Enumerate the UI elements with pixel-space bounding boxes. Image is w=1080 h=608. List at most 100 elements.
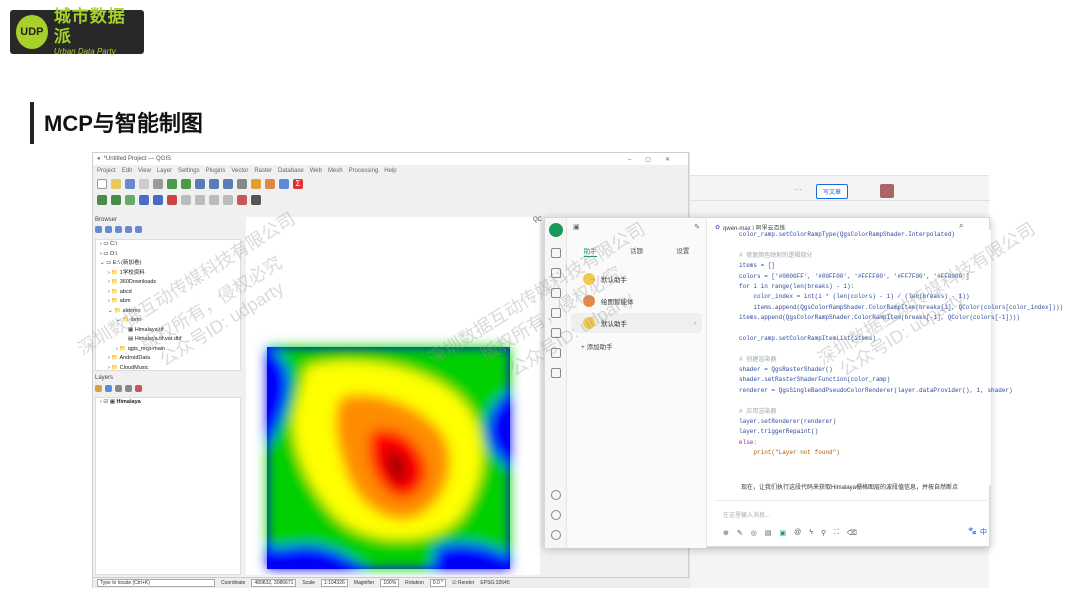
- tree-item[interactable]: › 📁 1学校资料: [100, 269, 240, 279]
- add-mesh-icon[interactable]: [153, 195, 163, 205]
- mcp-icon[interactable]: ⚲: [821, 529, 826, 537]
- new-chat-icon[interactable]: ✎: [694, 223, 700, 231]
- vector-icon[interactable]: [125, 195, 135, 205]
- menu-vector[interactable]: Vector: [231, 168, 248, 174]
- zoom-out-icon[interactable]: [181, 179, 191, 189]
- label-icon[interactable]: [209, 195, 219, 205]
- mention-icon[interactable]: @: [794, 529, 801, 537]
- tree-item[interactable]: › ▭ C:\: [100, 240, 240, 250]
- tab-assistants[interactable]: 助手: [583, 245, 597, 257]
- menu-plugins[interactable]: Plugins: [206, 168, 226, 174]
- properties-icon[interactable]: [135, 226, 142, 233]
- tree-item[interactable]: › 📁 abcd: [100, 288, 240, 298]
- zoom-in-icon[interactable]: [167, 179, 177, 189]
- collapse-icon[interactable]: [125, 226, 132, 233]
- tab-topics[interactable]: 话题: [630, 245, 643, 257]
- tree-item[interactable]: ⌄ 📁 dem: [100, 316, 240, 326]
- clear-icon[interactable]: ⌫: [847, 529, 857, 537]
- assistant-item[interactable]: 默认助手: [571, 269, 702, 289]
- plugin-icon[interactable]: [251, 195, 261, 205]
- avatar[interactable]: [880, 184, 894, 198]
- zoom-selection-icon[interactable]: [223, 179, 233, 189]
- map-canvas[interactable]: [246, 217, 540, 575]
- style-icon[interactable]: [95, 385, 102, 392]
- theme-icon[interactable]: [551, 510, 561, 520]
- ime-mode[interactable]: 中: [980, 527, 987, 537]
- rotation-value[interactable]: 0.0 °: [429, 579, 447, 587]
- chevron-right-icon[interactable]: ›: [694, 320, 696, 327]
- menu-mesh[interactable]: Mesh: [328, 168, 343, 174]
- user-avatar[interactable]: [549, 223, 563, 237]
- filter-legend-icon[interactable]: [125, 385, 132, 392]
- folder-icon[interactable]: [551, 368, 561, 378]
- zoom-layer-icon[interactable]: [209, 179, 219, 189]
- coordinate-value[interactable]: 489832, 3086671: [251, 579, 297, 587]
- identify-icon[interactable]: [251, 179, 261, 189]
- add-database-icon[interactable]: [167, 195, 177, 205]
- add-selected-icon[interactable]: [95, 226, 102, 233]
- node-tool-icon[interactable]: [195, 195, 205, 205]
- magnifier-value[interactable]: 100%: [380, 579, 400, 587]
- help-icon[interactable]: [551, 490, 561, 500]
- tree-item[interactable]: › 📁 360Downloads: [100, 278, 240, 288]
- more-icon[interactable]: ···: [794, 185, 802, 194]
- tree-item[interactable]: ▤ Himalaya.tif.vat.dbf: [100, 335, 240, 345]
- write-article-button[interactable]: 写文章: [816, 184, 849, 199]
- save-project-icon[interactable]: [125, 179, 135, 189]
- visibility-icon[interactable]: [115, 385, 122, 392]
- menu-project[interactable]: Project: [97, 168, 116, 174]
- sum-icon[interactable]: Σ: [293, 179, 303, 189]
- paperclip-icon[interactable]: ✎: [737, 529, 743, 537]
- web-search-icon[interactable]: ◎: [751, 529, 757, 537]
- menu-raster[interactable]: Raster: [254, 168, 272, 174]
- tree-item[interactable]: › 📁 qgis_mcp-main: [100, 345, 240, 355]
- remove-layer-icon[interactable]: [135, 385, 142, 392]
- attach-icon[interactable]: ⊕: [723, 529, 729, 537]
- menu-database[interactable]: Database: [278, 168, 304, 174]
- tab-settings[interactable]: 设置: [676, 245, 689, 257]
- translate-icon[interactable]: [551, 308, 561, 318]
- render-checkbox[interactable]: ☑ Render: [452, 580, 474, 586]
- knowledge-base-icon[interactable]: ▤: [765, 529, 772, 537]
- info-icon[interactable]: [279, 179, 289, 189]
- tree-item[interactable]: › ▭ D:\: [100, 250, 240, 260]
- add-group-icon[interactable]: [105, 385, 112, 392]
- add-assistant-button[interactable]: + 添加助手: [567, 341, 706, 351]
- menu-edit[interactable]: Edit: [122, 168, 132, 174]
- refresh-browser-icon[interactable]: [105, 226, 112, 233]
- chat-input[interactable]: 在这里输入消息...: [723, 510, 770, 519]
- menu-view[interactable]: View: [138, 168, 151, 174]
- menu-web[interactable]: Web: [310, 168, 322, 174]
- agent-icon[interactable]: [551, 268, 561, 278]
- print-layout-icon[interactable]: [139, 179, 149, 189]
- menu-layer[interactable]: Layer: [157, 168, 172, 174]
- new-project-icon[interactable]: [97, 179, 107, 189]
- quick-phrase-icon[interactable]: ϟ: [809, 529, 813, 537]
- add-raster-icon[interactable]: [139, 195, 149, 205]
- paint-icon[interactable]: [551, 288, 561, 298]
- settings-icon[interactable]: [551, 530, 561, 540]
- tree-item[interactable]: ⌄ ▭ E:\ (新加卷): [100, 259, 240, 269]
- apps-icon[interactable]: [551, 328, 561, 338]
- refresh-icon[interactable]: [237, 179, 247, 189]
- tree-item[interactable]: ⌄ 📁 aldemo: [100, 307, 240, 317]
- chat-icon[interactable]: [551, 248, 561, 258]
- expand-icon[interactable]: ⛶: [834, 529, 839, 537]
- scale-value[interactable]: 1:104326: [320, 579, 348, 587]
- tree-item[interactable]: › 📁 AndroidData: [100, 354, 240, 364]
- tree-item[interactable]: ▦ Himalaya.tif: [100, 326, 240, 336]
- python-console-icon[interactable]: [237, 195, 247, 205]
- knowledge-icon[interactable]: [551, 348, 561, 358]
- assistant-item-selected[interactable]: 默认助手 ›: [571, 313, 702, 333]
- open-project-icon[interactable]: [111, 179, 121, 189]
- select-icon[interactable]: [265, 179, 275, 189]
- sidebar-toggle-icon[interactable]: ▣: [573, 223, 580, 231]
- menu-help[interactable]: Help: [384, 168, 396, 174]
- menu-settings[interactable]: Settings: [178, 168, 200, 174]
- pan-map-icon[interactable]: [153, 179, 163, 189]
- zoom-full-icon[interactable]: [195, 179, 205, 189]
- filter-icon[interactable]: [115, 226, 122, 233]
- window-controls[interactable]: –▢✕: [628, 156, 684, 163]
- edit-icon[interactable]: [181, 195, 191, 205]
- tree-item[interactable]: › 📁 abm: [100, 297, 240, 307]
